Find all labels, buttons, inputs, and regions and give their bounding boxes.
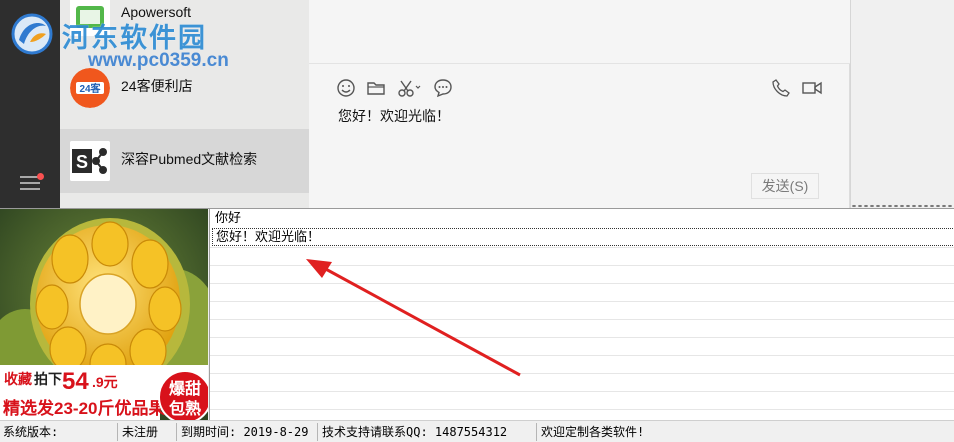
annotation-arrow — [306, 259, 521, 377]
status-support: 技术支持请联系QQ: 1487554312 — [319, 423, 537, 441]
status-expiry: 到期时间: 2019-8-29 — [178, 423, 318, 441]
status-welcome: 欢迎定制各类软件! — [541, 425, 645, 439]
status-bar: 系统版本: 未注册 到期时间: 2019-8-29 技术支持请联系QQ: 148… — [0, 420, 954, 442]
status-registration: 未注册 — [119, 423, 177, 441]
status-version: 系统版本: — [0, 423, 118, 441]
